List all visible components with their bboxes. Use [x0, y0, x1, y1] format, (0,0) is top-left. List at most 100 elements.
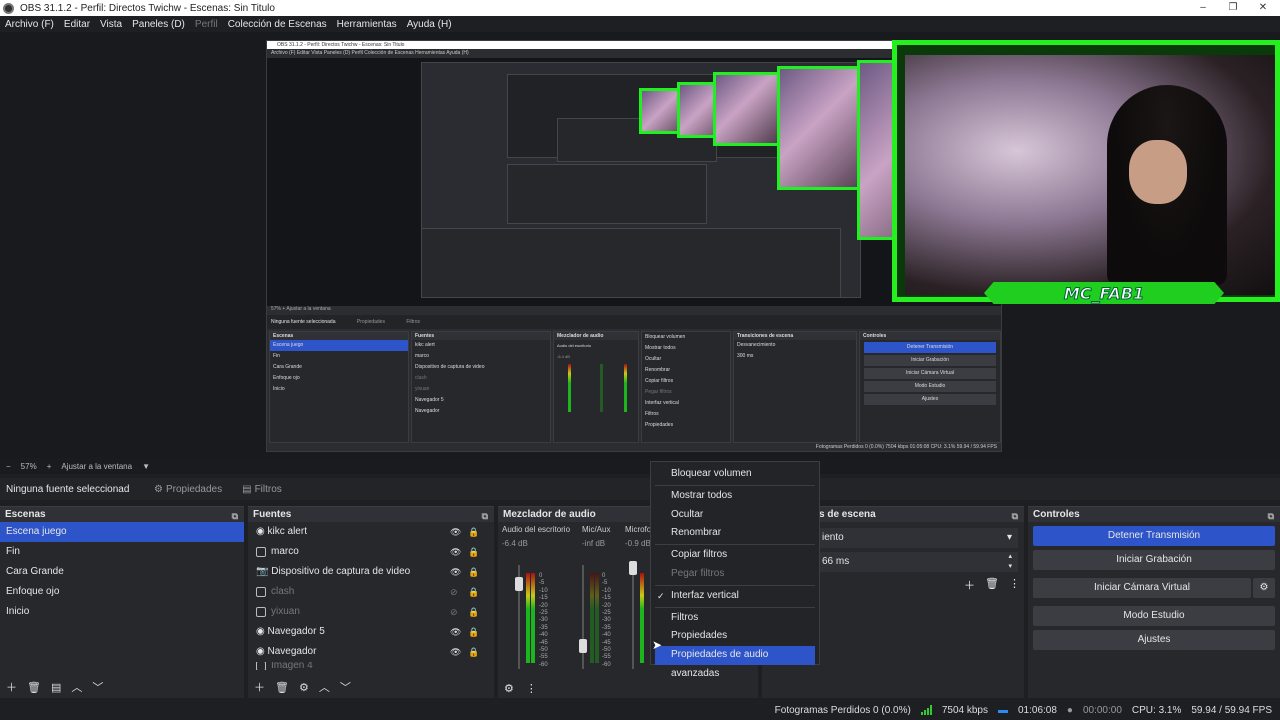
- menu-perfil[interactable]: Perfil: [190, 19, 223, 30]
- remove-source-icon[interactable]: 🗑: [275, 681, 289, 694]
- source-item[interactable]: ◉ Navegador 👁 🔒: [248, 642, 494, 662]
- menu-item-copy-filters[interactable]: Copiar filtros: [651, 546, 819, 565]
- add-transition-icon[interactable]: ＋: [964, 577, 975, 593]
- close-button[interactable]: ✕: [1246, 0, 1280, 16]
- move-up-icon[interactable]: ︿: [71, 679, 82, 695]
- source-item[interactable]: yixuan ⊘ 🔒: [248, 602, 494, 622]
- lock-icon[interactable]: 🔒: [468, 602, 479, 622]
- audio-meter: [640, 573, 644, 663]
- scene-item[interactable]: Cara Grande: [0, 562, 244, 582]
- source-item[interactable]: marco 👁 🔒: [248, 542, 494, 562]
- menu-editar[interactable]: Editar: [59, 19, 95, 30]
- dock-undock-icon[interactable]: ⧉: [1268, 509, 1274, 524]
- menu-item-show-all[interactable]: Mostrar todos: [651, 487, 819, 506]
- start-virtual-camera-button[interactable]: Iniciar Cámara Virtual: [1033, 578, 1251, 598]
- scene-item[interactable]: Inicio: [0, 602, 244, 622]
- studio-mode-button[interactable]: Modo Estudio: [1033, 606, 1275, 626]
- source-item[interactable]: ◉ Navegador 5 👁 🔒: [248, 622, 494, 642]
- scene-item[interactable]: Fin: [0, 542, 244, 562]
- move-up-icon[interactable]: ︿: [319, 679, 330, 695]
- eye-hidden-icon[interactable]: ⊘: [450, 602, 458, 622]
- lock-icon[interactable]: 🔒: [468, 522, 479, 542]
- scale-label: -15: [539, 595, 548, 602]
- menu-item-lock-volume[interactable]: Bloquear volumen: [651, 465, 819, 484]
- menu-item-vertical-layout[interactable]: ✓ Interfaz vertical: [651, 587, 819, 606]
- eye-icon[interactable]: 👁: [450, 522, 461, 542]
- eye-icon[interactable]: 👁: [450, 642, 461, 662]
- nested-source-item: clash: [415, 375, 427, 381]
- nested-sources-panel: Fuentes kikc alert marco Dispositivo de …: [411, 331, 551, 443]
- spin-arrows-icon[interactable]: ▴ ▾: [1008, 552, 1012, 572]
- menu-herramientas[interactable]: Herramientas: [332, 19, 402, 30]
- preview-canvas[interactable]: OBS 31.1.2 - Perfil: Directos Twichw - E…: [0, 32, 1280, 458]
- lock-icon[interactable]: 🔒: [468, 582, 479, 602]
- mixer-menu-icon[interactable]: ⋮: [526, 682, 537, 695]
- lock-icon[interactable]: 🔒: [468, 642, 479, 662]
- menu-item-filters[interactable]: Filtros: [651, 609, 819, 628]
- filters-button[interactable]: ▤ Filtros: [236, 482, 288, 497]
- source-properties-icon[interactable]: ⚙: [299, 681, 309, 694]
- zoom-dropdown-icon[interactable]: ▼: [142, 462, 150, 471]
- menu-ayuda[interactable]: Ayuda (H): [402, 19, 457, 30]
- eye-icon[interactable]: 👁: [450, 542, 461, 562]
- volume-fader-knob[interactable]: [515, 577, 523, 591]
- move-down-icon[interactable]: ﹀: [92, 679, 103, 695]
- dock-undock-icon[interactable]: ⧉: [1012, 509, 1018, 524]
- menu-item-hide[interactable]: Ocultar: [651, 506, 819, 525]
- eye-icon[interactable]: 👁: [450, 622, 461, 642]
- add-source-icon[interactable]: ＋: [254, 679, 265, 695]
- move-down-icon[interactable]: ﹀: [340, 679, 351, 695]
- maximize-button[interactable]: ❐: [1216, 0, 1250, 16]
- source-item[interactable]: ◉ kikc alert 👁 🔒: [248, 522, 494, 542]
- volume-fader-track[interactable]: [632, 565, 634, 669]
- menu-vista[interactable]: Vista: [95, 19, 127, 30]
- eye-hidden-icon[interactable]: ⊘: [450, 582, 458, 602]
- menu-item-paste-filters[interactable]: Pegar filtros: [651, 565, 819, 584]
- menu-item-rename[interactable]: Renombrar: [651, 524, 819, 543]
- dock-undock-icon[interactable]: ⧉: [232, 509, 238, 524]
- start-recording-button[interactable]: Iniciar Grabación: [1033, 550, 1275, 570]
- remove-scene-icon[interactable]: 🗑: [27, 681, 41, 694]
- scenes-header: Escenas ⧉: [0, 507, 244, 522]
- menu-archivo[interactable]: Archivo (F): [0, 19, 59, 30]
- lock-icon[interactable]: 🔒: [468, 542, 479, 562]
- volume-fader-knob[interactable]: [579, 639, 587, 653]
- duration-spinbox[interactable]: 66 ms ▴ ▾: [818, 552, 1018, 572]
- fit-window-label[interactable]: Ajustar a la ventana: [61, 462, 132, 471]
- settings-button[interactable]: Ajustes: [1033, 630, 1275, 650]
- lock-icon[interactable]: 🔒: [468, 622, 479, 642]
- advanced-audio-icon[interactable]: ⚙: [504, 682, 514, 695]
- menu-item-properties[interactable]: Propiedades: [651, 627, 819, 646]
- source-item[interactable]: 📷 Dispositivo de captura de video 👁 🔒: [248, 562, 494, 582]
- nested-source-item: Navegador 5: [415, 397, 444, 403]
- menu-item-advanced-audio[interactable]: Propiedades de audio avanzadas: [655, 646, 815, 679]
- add-scene-icon[interactable]: ＋: [6, 679, 17, 695]
- properties-button[interactable]: ⚙ Propiedades: [148, 482, 228, 497]
- nested-menu-item: Mostrar todos: [645, 345, 676, 351]
- remove-transition-icon[interactable]: 🗑: [985, 577, 999, 593]
- scene-item[interactable]: Enfoque ojo: [0, 582, 244, 602]
- more-options-icon[interactable]: ⋮: [1009, 577, 1020, 593]
- source-item[interactable]: Imagen 4: [248, 662, 494, 670]
- virtual-camera-settings-icon[interactable]: ⚙: [1253, 578, 1275, 598]
- zoom-out-button[interactable]: −: [6, 462, 11, 471]
- menu-item-label: Interfaz vertical: [671, 589, 739, 601]
- volume-fader-track[interactable]: [582, 565, 584, 669]
- zoom-in-button[interactable]: +: [47, 462, 52, 471]
- scale-label: -5: [602, 580, 608, 587]
- volume-fader-knob[interactable]: [629, 561, 637, 575]
- scene-item[interactable]: Escena juego: [0, 522, 244, 542]
- record-time: 00:00:00: [1082, 704, 1122, 716]
- lock-icon[interactable]: 🔒: [468, 562, 479, 582]
- stop-stream-button[interactable]: Detener Transmisión: [1033, 526, 1275, 546]
- transition-select[interactable]: iento ▾: [818, 528, 1018, 548]
- controls-header: Controles ⧉: [1028, 507, 1280, 522]
- chevron-down-icon: ▾: [1006, 532, 1012, 543]
- camera-source-icon: 📷: [256, 566, 269, 577]
- menu-coleccion[interactable]: Colección de Escenas: [223, 19, 332, 30]
- menu-paneles[interactable]: Paneles (D): [127, 19, 190, 30]
- eye-icon[interactable]: 👁: [450, 562, 461, 582]
- source-item[interactable]: clash ⊘ 🔒: [248, 582, 494, 602]
- scene-filters-icon[interactable]: ▤: [51, 681, 61, 694]
- minimize-button[interactable]: –: [1186, 0, 1220, 16]
